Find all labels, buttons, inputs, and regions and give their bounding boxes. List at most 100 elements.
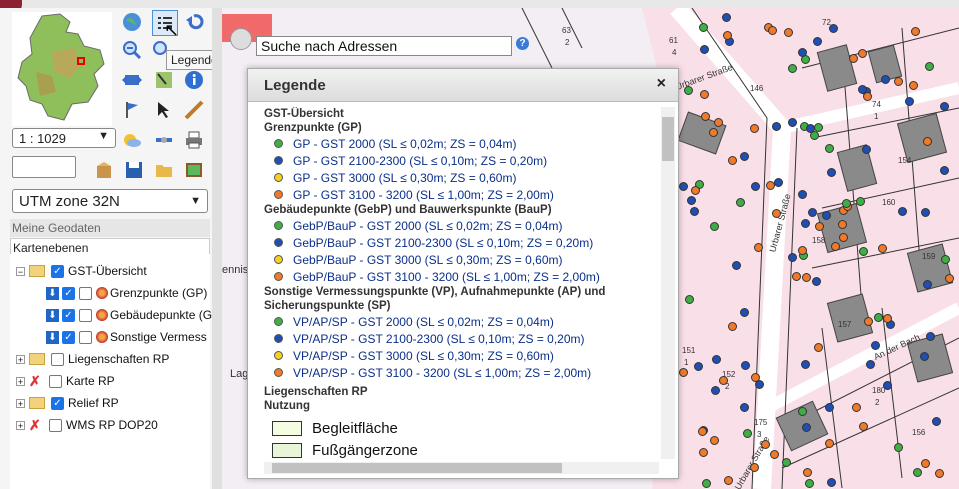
flag-icon[interactable] bbox=[120, 98, 144, 122]
layer-checkbox-secondary[interactable] bbox=[79, 308, 92, 322]
scroll-thumb[interactable] bbox=[272, 463, 562, 473]
scale-select[interactable]: 1 : 1029 ▼ bbox=[12, 128, 116, 148]
legend-item: VP/AP/SP - GST 3100 - 3200 (SL ≤ 1,00m; … bbox=[264, 364, 659, 381]
close-icon[interactable]: × bbox=[657, 75, 666, 93]
horizontal-scrollbar[interactable] bbox=[264, 462, 659, 474]
panel-divider[interactable] bbox=[212, 8, 222, 489]
save-icon[interactable] bbox=[122, 158, 146, 182]
survey-point-marker bbox=[678, 182, 688, 192]
layer-checkbox[interactable] bbox=[49, 374, 62, 388]
download-icon[interactable]: ⬇ bbox=[46, 330, 59, 344]
parcel-number: 61 bbox=[669, 36, 678, 45]
crs-value: UTM zone 32N bbox=[19, 193, 120, 210]
layer-row[interactable]: ⬇ ✓ Grenzpunkte (GP) bbox=[46, 283, 207, 303]
folder-icon bbox=[29, 397, 45, 409]
fill-swatch bbox=[272, 442, 302, 458]
undo-icon[interactable] bbox=[182, 10, 206, 34]
layer-checkbox-secondary[interactable] bbox=[79, 330, 92, 344]
layer-checkbox[interactable]: ✓ bbox=[62, 286, 75, 300]
parcel-number: 158 bbox=[812, 236, 826, 245]
legend-content: GST-Übersicht Grenzpunkte (GP) GP - GST … bbox=[264, 107, 659, 459]
measure-icon[interactable] bbox=[182, 98, 206, 122]
layer-checkbox[interactable]: ✓ bbox=[62, 330, 75, 344]
survey-point-marker bbox=[767, 25, 777, 35]
download-icon[interactable]: ⬇ bbox=[46, 308, 59, 322]
layer-icon bbox=[96, 309, 108, 321]
parcel-number: 2 bbox=[875, 398, 880, 407]
layer-checkbox[interactable] bbox=[49, 418, 62, 432]
expand-icon[interactable]: + bbox=[16, 420, 25, 430]
info-icon[interactable] bbox=[182, 68, 206, 92]
survey-point-marker bbox=[797, 407, 807, 417]
layer-row[interactable]: + ✗ Karte RP bbox=[16, 371, 115, 391]
layer-checkbox[interactable]: ✓ bbox=[62, 308, 75, 322]
pan-icon[interactable] bbox=[120, 68, 144, 92]
layer-icon bbox=[96, 331, 108, 343]
legend-item-label: VP/AP/SP - GST 2100-2300 (SL ≤ 0,10m; ZS… bbox=[293, 331, 585, 346]
layer-row[interactable]: + ✓ Relief RP bbox=[16, 393, 119, 413]
map-select-icon[interactable] bbox=[152, 68, 176, 92]
vertical-scrollbar[interactable] bbox=[661, 107, 675, 459]
yellow-dot-icon bbox=[274, 255, 283, 264]
survey-point-marker bbox=[922, 280, 932, 290]
layer-checkbox[interactable]: ✓ bbox=[51, 264, 64, 278]
globe-icon[interactable] bbox=[120, 10, 144, 34]
survey-point-marker bbox=[753, 242, 763, 252]
parcel-number: 151 bbox=[682, 346, 696, 355]
legend-item-label: Fußgängerzone bbox=[312, 441, 418, 459]
place-label: Lag bbox=[230, 368, 249, 380]
collapse-icon[interactable]: − bbox=[16, 266, 25, 276]
layer-row[interactable]: ⬇ ✓ Gebäudepunkte (G bbox=[46, 305, 212, 325]
crs-select[interactable]: UTM zone 32N ▼ bbox=[12, 189, 208, 213]
layer-checkbox[interactable]: ✓ bbox=[51, 396, 64, 410]
expand-icon[interactable]: + bbox=[16, 376, 25, 386]
layer-row[interactable]: + Liegenschaften RP bbox=[16, 349, 169, 369]
image-icon[interactable] bbox=[182, 158, 206, 182]
parcel-number: 160 bbox=[882, 198, 896, 207]
expand-icon[interactable]: + bbox=[16, 354, 25, 364]
layer-checkbox-secondary[interactable] bbox=[79, 286, 92, 300]
layer-row[interactable]: + ✗ WMS RP DOP20 bbox=[16, 415, 158, 435]
survey-point-marker bbox=[708, 127, 718, 137]
address-search-input[interactable]: Suche nach Adressen bbox=[256, 36, 512, 56]
parcel-number: 4 bbox=[672, 48, 677, 57]
settings-icon[interactable] bbox=[230, 28, 252, 50]
legend-item: GebP/BauP - GST 2000 (SL ≤ 0,02m; ZS = 0… bbox=[264, 217, 659, 234]
legend-item: GebP/BauP - GST 3100 - 3200 (SL ≤ 1,00m;… bbox=[264, 268, 659, 285]
layer-icon bbox=[96, 287, 108, 299]
survey-point-marker bbox=[773, 177, 783, 187]
layer-checkbox[interactable] bbox=[51, 352, 64, 366]
survey-point-marker bbox=[741, 360, 751, 370]
legend-group-title: Gebäudepunkte (GebP) und Bauwerkspunkte … bbox=[264, 204, 552, 216]
parcel-number: 159 bbox=[922, 252, 936, 261]
survey-point-marker bbox=[920, 208, 930, 218]
legend-item: Fußgängerzone bbox=[264, 439, 659, 459]
survey-point-marker bbox=[851, 402, 861, 412]
legend-item: GebP/BauP - GST 2100-2300 (SL ≤ 0,10m; Z… bbox=[264, 234, 659, 251]
unavailable-icon: ✗ bbox=[29, 416, 41, 433]
survey-point-marker bbox=[811, 276, 821, 286]
print-icon[interactable] bbox=[182, 128, 206, 152]
layer-row[interactable]: − ✓ GST-Übersicht bbox=[16, 261, 147, 281]
download-icon[interactable]: ⬇ bbox=[46, 286, 59, 300]
overview-map[interactable] bbox=[12, 12, 112, 126]
weather-icon[interactable] bbox=[120, 128, 144, 152]
layer-label: Sonstige Vermess bbox=[110, 330, 207, 344]
dialog-titlebar[interactable]: Legende × bbox=[248, 69, 678, 102]
expand-icon[interactable]: + bbox=[16, 398, 25, 408]
coordinate-input[interactable] bbox=[12, 156, 76, 178]
survey-point-marker bbox=[693, 361, 703, 371]
open-folder-icon[interactable] bbox=[152, 158, 176, 182]
search-value: Suche nach Adressen bbox=[261, 38, 398, 54]
layer-row[interactable]: ⬇ ✓ Sonstige Vermess bbox=[46, 327, 207, 347]
help-icon[interactable]: ? bbox=[516, 37, 529, 50]
survey-point-marker bbox=[920, 458, 930, 468]
select-arrow-icon[interactable] bbox=[152, 98, 176, 122]
legend-section-title: GST-Übersicht bbox=[264, 108, 344, 120]
scroll-thumb[interactable] bbox=[662, 117, 674, 161]
zoom-out-icon[interactable] bbox=[120, 38, 144, 62]
satellite-icon[interactable] bbox=[152, 128, 176, 152]
package-icon[interactable] bbox=[92, 158, 116, 182]
scale-value: 1 : 1029 bbox=[19, 131, 66, 146]
survey-point-marker bbox=[742, 428, 752, 438]
